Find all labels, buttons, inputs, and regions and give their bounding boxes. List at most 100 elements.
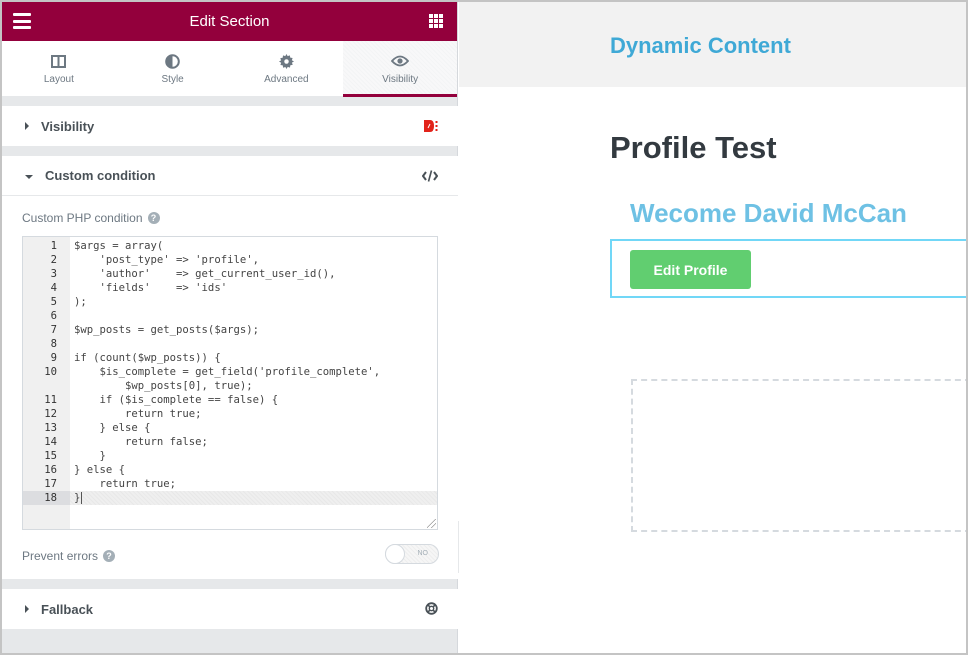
tab-advanced[interactable]: Advanced <box>230 41 344 96</box>
code-text: if ($is_complete == false) { <box>74 394 279 406</box>
line-number: 4 <box>50 282 57 294</box>
code-text: 'author' => get_current_user_id(), <box>74 268 336 280</box>
line-number: 17 <box>44 478 57 490</box>
caret-right-icon <box>25 605 29 613</box>
code-text: if (count($wp_posts)) { <box>74 352 221 364</box>
tab-label: Visibility <box>382 74 419 85</box>
prevent-errors-label: Prevent errors ? <box>22 549 116 563</box>
code-text: return true; <box>74 478 177 490</box>
text-cursor <box>81 492 83 504</box>
code-line[interactable]: 18} <box>23 491 437 505</box>
site-header: Dynamic Content <box>459 2 966 87</box>
prevent-errors-row: Prevent errors ? NO <box>2 540 458 570</box>
editor-window: Edit Section Layout Style Advanced Visib… <box>2 2 966 653</box>
section-custom-condition: Custom condition Custom PHP condition ? … <box>2 156 458 579</box>
editor-panel: Edit Section Layout Style Advanced Visib… <box>2 2 458 653</box>
edit-profile-button[interactable]: Edit Profile <box>630 250 751 289</box>
toggle-knob <box>385 544 405 564</box>
code-line[interactable]: 14 return false; <box>23 435 437 449</box>
line-number: 7 <box>50 324 57 336</box>
code-text: } <box>74 492 83 504</box>
line-number: 18 <box>23 491 70 505</box>
code-line[interactable]: 4 'fields' => 'ids' <box>23 281 437 295</box>
page-preview: Dynamic Content Profile Test Wecome Davi… <box>459 2 966 653</box>
code-line[interactable]: 10 $is_complete = get_field('profile_com… <box>23 365 437 379</box>
tab-label: Layout <box>43 74 74 85</box>
code-text: 'fields' => 'ids' <box>74 282 228 294</box>
line-number: 9 <box>50 352 57 364</box>
code-text: $wp_posts = get_posts($args); <box>74 324 259 336</box>
code-line[interactable]: 15 } <box>23 449 437 463</box>
line-number: 13 <box>44 422 57 434</box>
code-line[interactable]: 2 'post_type' => 'profile', <box>23 253 437 267</box>
code-text: 'post_type' => 'profile', <box>74 254 259 266</box>
toggle-state-label: NO <box>417 550 429 557</box>
section-fallback: Fallback <box>2 589 458 629</box>
code-line[interactable]: 17 return true; <box>23 477 437 491</box>
tab-label: Advanced <box>264 74 309 85</box>
section-title: Custom condition <box>45 168 156 183</box>
line-number: 1 <box>50 240 57 252</box>
line-number: 15 <box>44 450 57 462</box>
half-circle-icon <box>164 52 182 70</box>
code-line[interactable]: 1 $args = array( <box>23 239 437 253</box>
hamburger-icon[interactable] <box>13 13 31 29</box>
code-icon <box>421 169 439 187</box>
line-number: 8 <box>50 338 57 350</box>
code-text: $wp_posts[0], true); <box>74 380 253 392</box>
line-number: 5 <box>50 296 57 308</box>
section-fallback-toggle[interactable]: Fallback <box>2 589 458 629</box>
code-line[interactable]: 6 <box>23 309 437 323</box>
code-line[interactable]: 16 } else { <box>23 463 437 477</box>
lifebuoy-icon <box>425 602 438 620</box>
empty-section-placeholder[interactable] <box>631 379 966 532</box>
line-number: 3 <box>50 268 57 280</box>
section-custom-condition-toggle[interactable]: Custom condition <box>2 156 458 196</box>
panel-title: Edit Section <box>189 13 270 30</box>
section-visibility-toggle[interactable]: Visibility <box>2 106 458 146</box>
section-title: Visibility <box>41 118 95 134</box>
selected-section[interactable]: Edit Profile <box>610 239 966 298</box>
tab-visibility[interactable]: Visibility <box>343 41 457 97</box>
code-line[interactable]: 9 if (count($wp_posts)) { <box>23 351 437 365</box>
line-number: 11 <box>44 394 57 406</box>
code-line[interactable]: 7 $wp_posts = get_posts($args); <box>23 323 437 337</box>
line-number: 2 <box>50 254 57 266</box>
prevent-errors-toggle[interactable]: NO <box>385 544 439 564</box>
php-condition-label-text: Custom PHP condition <box>22 211 143 225</box>
line-number: 16 <box>44 464 57 476</box>
dynamic-visibility-icon <box>424 119 438 137</box>
panel-tabs: Layout Style Advanced Visibility <box>2 41 457 97</box>
code-lines: 1 $args = array(2 'post_type' => 'profile… <box>23 239 437 505</box>
code-line[interactable]: 8 <box>23 337 437 351</box>
php-condition-label: Custom PHP condition ? <box>22 211 160 225</box>
eye-icon <box>391 52 410 70</box>
code-text: } <box>74 450 106 462</box>
code-text: ); <box>74 296 87 308</box>
line-number: 12 <box>44 408 57 420</box>
line-number: 6 <box>50 310 57 322</box>
code-text: $args = array( <box>74 240 164 252</box>
resize-handle[interactable] <box>427 519 436 528</box>
grid-icon[interactable] <box>429 14 443 28</box>
php-code-editor[interactable]: 1 $args = array(2 'post_type' => 'profile… <box>22 236 438 530</box>
help-icon[interactable]: ? <box>147 212 160 224</box>
code-line[interactable]: $wp_posts[0], true); <box>23 379 437 393</box>
welcome-heading[interactable]: Wecome David McCan <box>630 198 907 229</box>
caret-right-icon <box>25 122 29 130</box>
code-line[interactable]: 5); <box>23 295 437 309</box>
code-line[interactable]: 3 'author' => get_current_user_id(), <box>23 267 437 281</box>
code-text: return false; <box>74 436 208 448</box>
site-title[interactable]: Dynamic Content <box>610 33 791 59</box>
code-line[interactable]: 13 } else { <box>23 421 437 435</box>
section-visibility: Visibility <box>2 106 458 146</box>
tab-label: Style <box>161 74 184 85</box>
help-icon[interactable]: ? <box>103 550 116 562</box>
tab-layout[interactable]: Layout <box>2 41 116 96</box>
code-text: } else { <box>74 464 126 476</box>
tab-style[interactable]: Style <box>116 41 230 96</box>
page-title: Profile Test <box>610 130 777 165</box>
line-number: 10 <box>44 366 57 378</box>
code-line[interactable]: 12 return true; <box>23 407 437 421</box>
code-line[interactable]: 11 if ($is_complete == false) { <box>23 393 437 407</box>
